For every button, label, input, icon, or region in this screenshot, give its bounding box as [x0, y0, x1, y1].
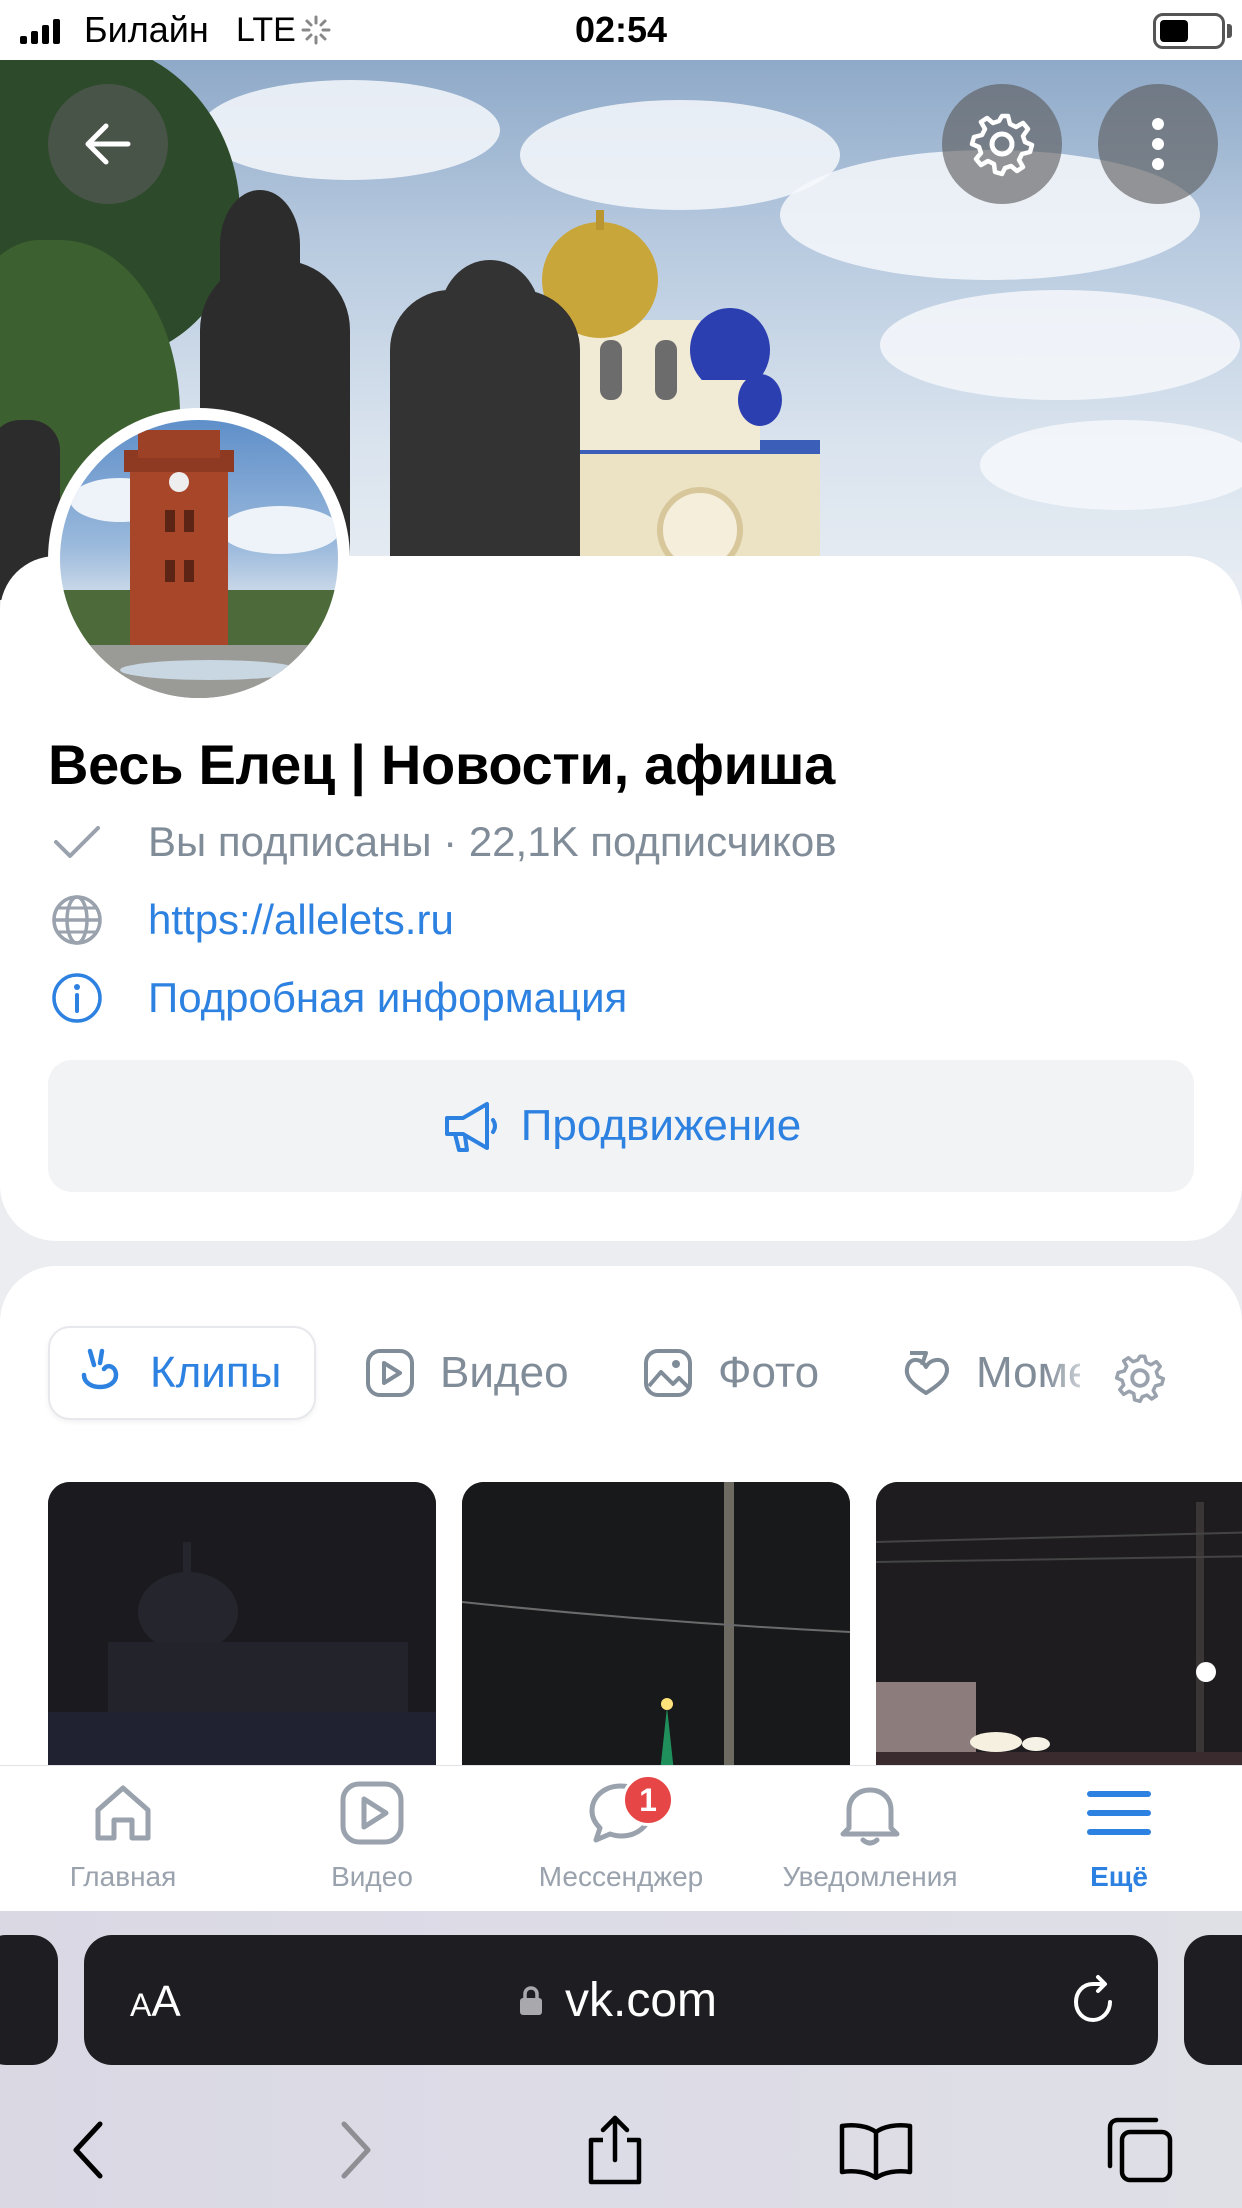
nav-more[interactable]: Ещё	[1009, 1775, 1229, 1905]
promotion-label: Продвижение	[520, 1101, 802, 1150]
unread-badge: 1	[622, 1774, 674, 1826]
browser-forward-button[interactable]	[316, 2110, 396, 2190]
clock: 02:54	[574, 9, 668, 50]
clip-preview-street	[876, 1482, 1242, 1782]
vertical-dots-icon	[1152, 118, 1164, 170]
nav-label: Видео	[331, 1861, 413, 1892]
chevron-right-icon	[341, 2121, 371, 2179]
clip-thumbnail[interactable]	[462, 1482, 850, 1782]
subscribers-text: Вы подписаны · 22,1K подписчиков	[148, 818, 837, 865]
water-tower-image	[60, 430, 338, 698]
nav-label: Мессенджер	[538, 1861, 704, 1892]
subscription-status-row[interactable]: Вы подписаны · 22,1K подписчиков	[48, 812, 837, 872]
battery-icon	[1153, 13, 1225, 49]
clip-thumbnail[interactable]	[48, 1482, 436, 1782]
nav-messenger[interactable]: Мессенджер	[511, 1775, 731, 1905]
book-icon	[839, 2123, 913, 2180]
tab-clips[interactable]: Клипы	[48, 1326, 316, 1420]
arrow-left-icon	[85, 123, 131, 165]
share-button[interactable]	[575, 2110, 655, 2190]
settings-button[interactable]	[942, 84, 1062, 204]
moments-heart-icon	[900, 1347, 952, 1399]
megaphone-icon	[444, 1102, 497, 1152]
clip-preview-tree	[462, 1482, 850, 1782]
nav-notifications[interactable]: Уведомления	[760, 1775, 980, 1905]
tab-video[interactable]: Видео	[364, 1326, 569, 1420]
nav-label: Уведомления	[782, 1861, 958, 1892]
chevron-left-icon	[73, 2121, 103, 2179]
reload-icon[interactable]	[1066, 1974, 1120, 2028]
community-name: Весь Елец | Новости, афиша	[48, 733, 836, 796]
tabs-button[interactable]	[1100, 2110, 1180, 2190]
more-options-button[interactable]	[1098, 84, 1218, 204]
tab-label: Видео	[440, 1348, 569, 1397]
checkmark-icon	[48, 813, 106, 871]
bookmarks-button[interactable]	[836, 2110, 916, 2190]
clip-thumbnail[interactable]	[876, 1482, 1242, 1782]
nav-home[interactable]: Главная	[13, 1775, 233, 1905]
clip-preview-church	[48, 1482, 436, 1782]
menu-icon	[1081, 1775, 1157, 1851]
website-row[interactable]: https://allelets.ru	[48, 890, 454, 950]
back-button[interactable]	[48, 84, 168, 204]
browser-back-button[interactable]	[48, 2110, 128, 2190]
info-icon	[48, 969, 106, 1027]
tabs-settings-button[interactable]	[1112, 1350, 1168, 1406]
gear-icon	[969, 113, 1035, 177]
home-icon	[85, 1775, 161, 1851]
nav-label: Ещё	[1090, 1861, 1148, 1892]
clips-icon	[74, 1347, 126, 1399]
video-icon	[334, 1775, 410, 1851]
photo-icon	[642, 1347, 694, 1399]
website-link[interactable]: https://allelets.ru	[148, 892, 454, 948]
tab-label: Фото	[718, 1348, 820, 1397]
share-icon	[588, 2115, 642, 2185]
nav-label: Главная	[69, 1861, 177, 1892]
bell-icon	[832, 1775, 908, 1851]
details-link[interactable]: Подробная информация	[148, 970, 627, 1026]
tab-label: Клипы	[150, 1348, 282, 1397]
promotion-button[interactable]: Продвижение	[48, 1060, 1194, 1192]
details-row[interactable]: Подробная информация	[48, 968, 627, 1028]
video-play-icon	[364, 1347, 416, 1399]
gear-icon	[1114, 1354, 1166, 1404]
tab-photo[interactable]: Фото	[642, 1326, 819, 1420]
globe-icon	[48, 891, 106, 949]
url-text[interactable]: vk.com	[0, 1975, 1242, 2027]
tabs-icon	[1107, 2117, 1173, 2183]
nav-video[interactable]: Видео	[262, 1775, 482, 1905]
battery-tip	[1227, 24, 1232, 38]
tabs-fade	[1045, 1326, 1105, 1420]
avatar[interactable]	[60, 420, 338, 698]
